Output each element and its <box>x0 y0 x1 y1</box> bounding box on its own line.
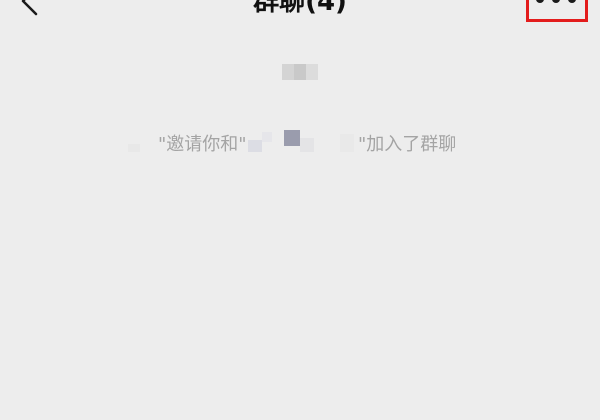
pixelated-name <box>248 140 262 152</box>
pixelated-name <box>284 130 300 146</box>
system-message: "邀请你和" "加入了群聊 <box>0 130 600 160</box>
system-message-prefix: "邀请你和" <box>158 134 247 155</box>
nav-bar: 群聊(4) <box>0 0 600 22</box>
timestamp-pixelated <box>282 64 318 80</box>
chat-title: 群聊(4) <box>253 0 347 17</box>
group-chat-screen: 群聊(4) "邀请你和" "加入了群聊 <box>0 0 600 420</box>
pixelated-name <box>262 132 272 142</box>
more-horizontal-icon <box>536 0 576 3</box>
pixelated-block <box>128 144 140 152</box>
chat-message-area[interactable]: "邀请你和" "加入了群聊 <box>0 18 600 420</box>
system-message-suffix: "加入了群聊 <box>358 134 457 155</box>
pixelated-name <box>300 138 314 152</box>
pixelated-name <box>340 134 354 152</box>
